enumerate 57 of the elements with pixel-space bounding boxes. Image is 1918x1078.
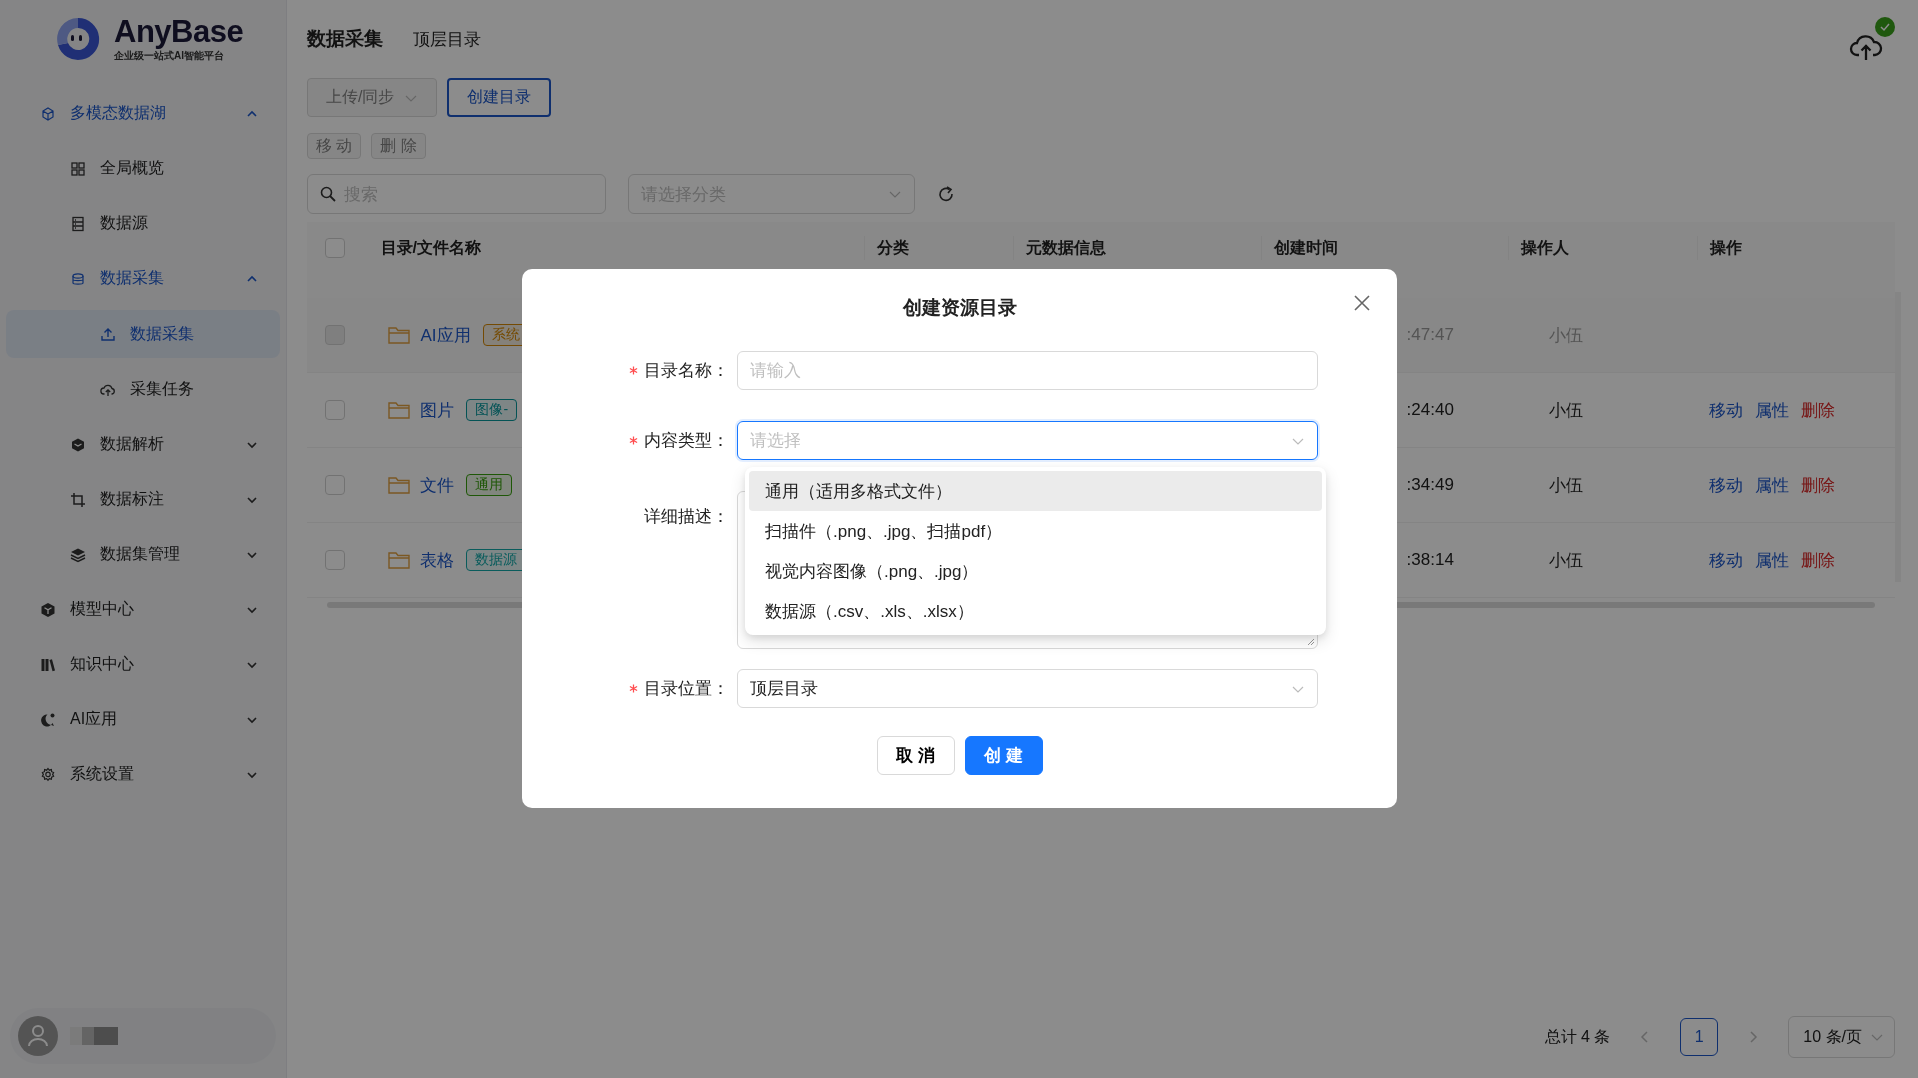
folder-name[interactable]: 表格	[420, 548, 455, 572]
menu-item[interactable]: 数据源	[6, 196, 280, 251]
dropdown-option[interactable]: 扫描件（.png、.jpg、扫描pdf）	[749, 511, 1322, 551]
page-title: 数据采集	[307, 27, 383, 51]
dropdown-option[interactable]: 通用（适用多格式文件）	[749, 471, 1322, 511]
menu-item[interactable]: 数据解析	[6, 417, 280, 472]
logo-text: AnyBase	[114, 15, 244, 47]
column-header: 创建时间	[1273, 237, 1338, 258]
delete-link[interactable]: 删除	[1800, 473, 1835, 497]
select-field[interactable]: 顶层目录	[737, 669, 1318, 708]
table-cell-text: 小伍	[1548, 549, 1583, 572]
field-label: 详细描述：	[644, 506, 729, 528]
table-cell-text: 小伍	[1548, 474, 1583, 497]
menu-item[interactable]: 数据采集	[6, 310, 280, 358]
action-link[interactable]: 移动	[1708, 398, 1743, 422]
table-cell-text: 小伍	[1548, 399, 1583, 422]
menu-item[interactable]: 模型中心	[6, 582, 280, 637]
action-link[interactable]: 属性	[1754, 548, 1789, 572]
column-header: 操作人	[1521, 237, 1570, 258]
action-link[interactable]: 移动	[1708, 473, 1743, 497]
create-folder-button[interactable]: 创建目录	[447, 78, 552, 117]
field-label: 目录名称：	[644, 360, 729, 382]
column-header: 目录/文件名称	[380, 237, 481, 258]
dialog-title: 创建资源目录	[902, 296, 1017, 320]
table-cell: :38:14	[1406, 550, 1454, 570]
dropdown-option[interactable]: 数据源（.csv、.xls、.xlsx）	[749, 591, 1322, 631]
cancel-button[interactable]: 取 消	[876, 736, 955, 775]
action-link[interactable]: 移动	[1708, 548, 1743, 572]
create-button[interactable]: 创 建	[964, 736, 1043, 775]
page-size-select[interactable]: 10 条/页	[1788, 1016, 1895, 1058]
column-header: 操作	[1709, 237, 1742, 258]
table-cell: :34:49	[1406, 475, 1454, 495]
field-label: 内容类型：	[644, 430, 729, 452]
folder-name[interactable]: 文件	[420, 473, 455, 497]
logo-tagline: 企业级一站式AI智能平台	[114, 49, 225, 63]
menu-item[interactable]: 知识中心	[6, 637, 280, 692]
delete-link[interactable]: 删除	[1800, 398, 1835, 422]
table-cell: :24:40	[1406, 400, 1454, 420]
menu-item[interactable]: 数据集管理	[6, 527, 280, 582]
menu-item[interactable]: 数据标注	[6, 472, 280, 527]
menu-item[interactable]: AI应用	[6, 692, 280, 747]
action-link[interactable]: 属性	[1754, 473, 1789, 497]
menu-item[interactable]: 系统设置	[6, 747, 280, 802]
dropdown-option[interactable]: 视觉内容图像（.png、.jpg）	[749, 551, 1322, 591]
field-label: 目录位置：	[644, 678, 729, 700]
folder-name[interactable]: 图片	[420, 398, 455, 422]
menu-item[interactable]: 多模态数据湖	[6, 86, 280, 141]
column-header: 分类	[877, 237, 909, 258]
delete-link[interactable]: 删除	[1800, 548, 1835, 572]
page-number[interactable]: 1	[1680, 1018, 1719, 1056]
menu-item[interactable]: 数据采集	[6, 251, 280, 306]
menu-item[interactable]: 全局概览	[6, 141, 280, 196]
column-header: 元数据信息	[1025, 237, 1106, 258]
action-link[interactable]: 属性	[1754, 398, 1789, 422]
breadcrumb-link[interactable]: 顶层目录	[413, 27, 1819, 51]
menu-item[interactable]: 采集任务	[6, 362, 280, 417]
total-count: 总计 4 条	[1544, 1026, 1611, 1047]
